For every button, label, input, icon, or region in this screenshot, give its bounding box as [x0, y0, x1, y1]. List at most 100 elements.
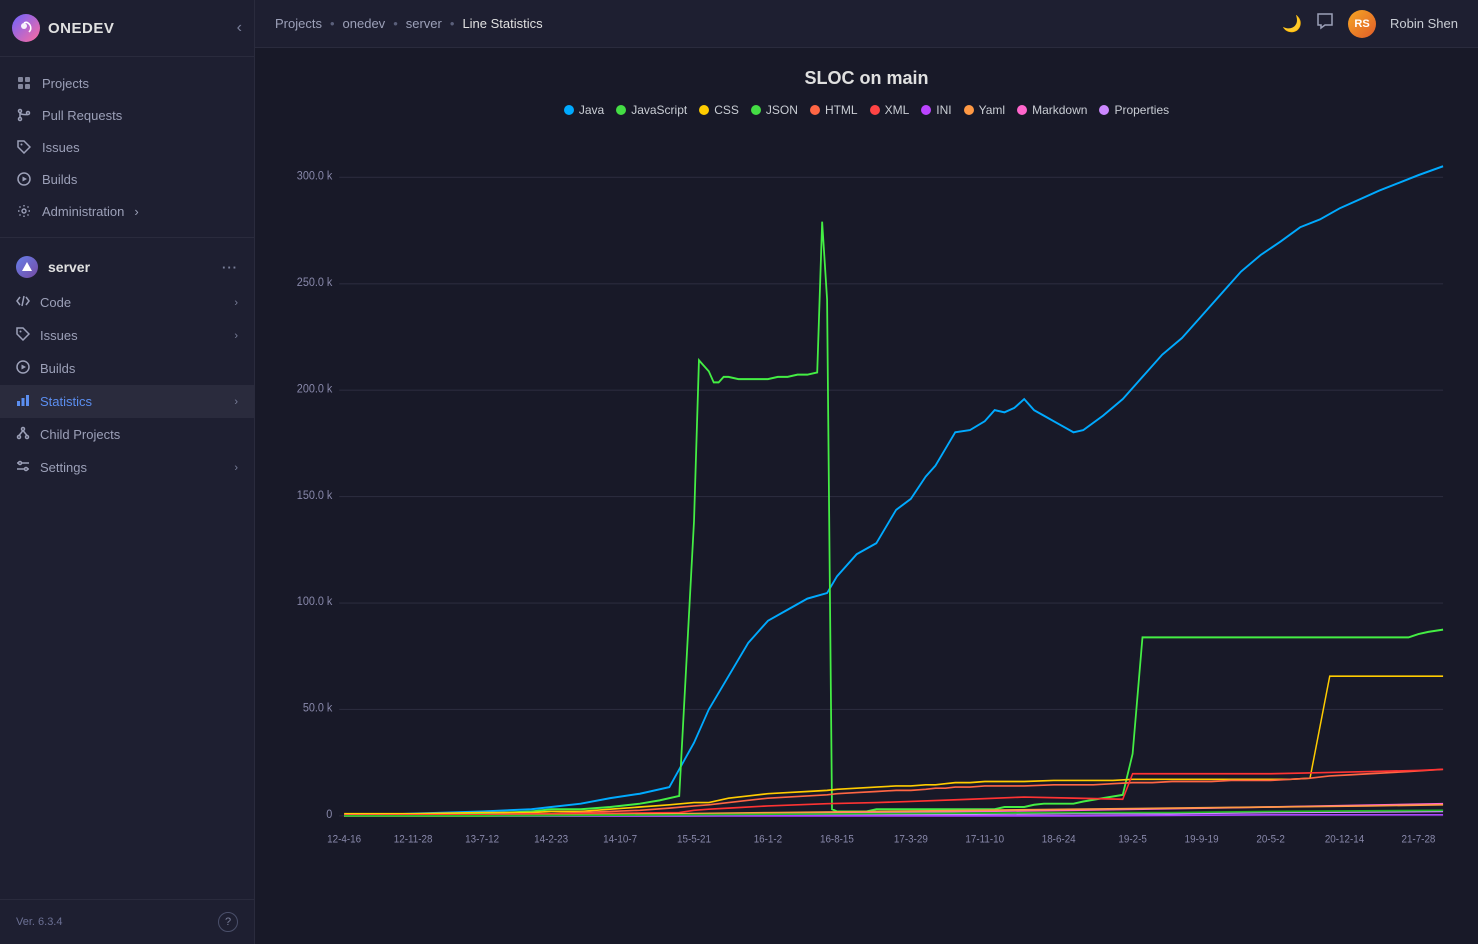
topbar: Projects • onedev • server • Line Statis…: [255, 0, 1478, 48]
project-icon: [16, 256, 38, 278]
play-circle-icon: [16, 171, 32, 187]
avatar[interactable]: RS: [1348, 10, 1376, 38]
issues-chevron-icon: ›: [234, 330, 238, 342]
sidebar-item-administration[interactable]: Administration ›: [0, 195, 254, 227]
legend-dot-json: [751, 105, 761, 115]
svg-text:12-11-28: 12-11-28: [394, 834, 433, 846]
breadcrumb-current: Line Statistics: [462, 16, 542, 31]
sloc-chart: 300.0 k 250.0 k 200.0 k 150.0 k 100.0 k …: [285, 133, 1448, 909]
svg-text:14-10-7: 14-10-7: [603, 834, 637, 846]
svg-text:15-5-21: 15-5-21: [677, 834, 711, 846]
collapse-sidebar-button[interactable]: ‹: [237, 19, 242, 37]
sidebar-item-issues[interactable]: Issues: [0, 131, 254, 163]
sidebar-item-settings[interactable]: Settings ›: [0, 451, 254, 484]
sidebar-item-project-issues-label: Issues: [40, 328, 78, 343]
settings-chevron-icon: ›: [234, 462, 238, 474]
breadcrumb-sep-2: •: [393, 16, 398, 31]
statistics-chevron-icon: ›: [234, 396, 238, 408]
sidebar-item-project-issues[interactable]: Issues ›: [0, 319, 254, 352]
breadcrumb-projects[interactable]: Projects: [275, 16, 322, 31]
svg-text:200.0 k: 200.0 k: [297, 383, 333, 396]
sidebar-item-pull-requests[interactable]: Pull Requests: [0, 99, 254, 131]
sidebar-item-statistics[interactable]: Statistics ›: [0, 385, 254, 418]
svg-text:19-2-5: 19-2-5: [1118, 834, 1147, 846]
breadcrumb-sep-3: •: [450, 16, 455, 31]
legend-label-xml: XML: [885, 103, 910, 117]
legend-dot-markdown: [1017, 105, 1027, 115]
bar-chart-icon: [16, 393, 30, 410]
svg-text:17-11-10: 17-11-10: [965, 834, 1004, 846]
svg-text:19-9-19: 19-9-19: [1185, 834, 1219, 846]
code-chevron-icon: ›: [234, 297, 238, 309]
svg-text:21-7-28: 21-7-28: [1401, 834, 1435, 846]
svg-text:18-6-24: 18-6-24: [1042, 834, 1076, 846]
sidebar-footer: Ver. 6.3.4 ?: [0, 899, 254, 944]
svg-text:250.0 k: 250.0 k: [297, 276, 333, 289]
legend-item-properties: Properties: [1099, 103, 1169, 117]
legend-label-java: Java: [579, 103, 604, 117]
legend-dot-ini: [921, 105, 931, 115]
svg-text:17-3-29: 17-3-29: [894, 834, 928, 846]
logo-icon: [12, 14, 40, 42]
legend-label-ini: INI: [936, 103, 951, 117]
sidebar-item-settings-label: Settings: [40, 460, 87, 475]
project-name: server: [48, 259, 90, 275]
main-content: Projects • onedev • server • Line Statis…: [255, 0, 1478, 944]
chat-icon[interactable]: [1316, 12, 1334, 35]
sidebar-item-project-builds[interactable]: Builds: [0, 352, 254, 385]
breadcrumb-server[interactable]: server: [406, 16, 442, 31]
legend-label-markdown: Markdown: [1032, 103, 1087, 117]
topbar-right: 🌙 RS Robin Shen: [1282, 10, 1458, 38]
version-label: Ver. 6.3.4: [16, 916, 62, 928]
settings-icon: [16, 203, 32, 219]
breadcrumb-onedev[interactable]: onedev: [343, 16, 386, 31]
svg-text:20-12-14: 20-12-14: [1325, 834, 1365, 846]
sidebar: ONEDEV ‹ Projects: [0, 0, 255, 944]
sidebar-item-builds[interactable]: Builds: [0, 163, 254, 195]
legend-dot-java: [564, 105, 574, 115]
legend-label-json: JSON: [766, 103, 798, 117]
svg-text:14-2-23: 14-2-23: [534, 834, 568, 846]
issues-icon: [16, 327, 30, 344]
logo-area: ONEDEV ‹: [12, 0, 242, 56]
child-projects-icon: [16, 426, 30, 443]
breadcrumb-sep-1: •: [330, 16, 335, 31]
chart-title: SLOC on main: [285, 68, 1448, 89]
legend-item-yaml: Yaml: [964, 103, 1005, 117]
legend-dot-html: [810, 105, 820, 115]
sidebar-item-projects-label: Projects: [42, 76, 89, 91]
project-section: server ··· Code › Issues ›: [0, 238, 254, 899]
sidebar-item-child-projects-label: Child Projects: [40, 427, 120, 442]
svg-text:16-1-2: 16-1-2: [754, 834, 783, 846]
sidebar-item-projects[interactable]: Projects: [0, 67, 254, 99]
svg-text:16-8-15: 16-8-15: [820, 834, 854, 846]
chart-legend: JavaJavaScriptCSSJSONHTMLXMLINIYamlMarkd…: [285, 103, 1448, 117]
project-header: server ···: [0, 248, 254, 286]
sidebar-item-statistics-label: Statistics: [40, 394, 92, 409]
help-icon[interactable]: ?: [218, 912, 238, 932]
chart-area: SLOC on main JavaJavaScriptCSSJSONHTMLXM…: [255, 48, 1478, 944]
global-nav: Projects Pull Requests: [0, 57, 254, 238]
sidebar-item-child-projects[interactable]: Child Projects: [0, 418, 254, 451]
sidebar-top: ONEDEV ‹: [0, 0, 254, 57]
legend-dot-properties: [1099, 105, 1109, 115]
chart-container: 300.0 k 250.0 k 200.0 k 150.0 k 100.0 k …: [285, 133, 1448, 909]
project-menu-button[interactable]: ···: [222, 260, 238, 275]
grid-icon: [16, 75, 32, 91]
sliders-icon: [16, 459, 30, 476]
legend-item-html: HTML: [810, 103, 858, 117]
sidebar-item-pull-requests-label: Pull Requests: [42, 108, 122, 123]
legend-item-java: Java: [564, 103, 604, 117]
sidebar-item-code[interactable]: Code ›: [0, 286, 254, 319]
sidebar-item-issues-label: Issues: [42, 140, 80, 155]
svg-text:50.0 k: 50.0 k: [303, 702, 333, 715]
legend-item-xml: XML: [870, 103, 910, 117]
sidebar-item-administration-label: Administration: [42, 204, 124, 219]
legend-item-ini: INI: [921, 103, 951, 117]
user-name[interactable]: Robin Shen: [1390, 16, 1458, 31]
svg-text:100.0 k: 100.0 k: [297, 596, 333, 609]
legend-dot-yaml: [964, 105, 974, 115]
theme-toggle-icon[interactable]: 🌙: [1282, 14, 1302, 34]
svg-text:13-7-12: 13-7-12: [465, 834, 499, 846]
svg-text:12-4-16: 12-4-16: [327, 834, 361, 846]
